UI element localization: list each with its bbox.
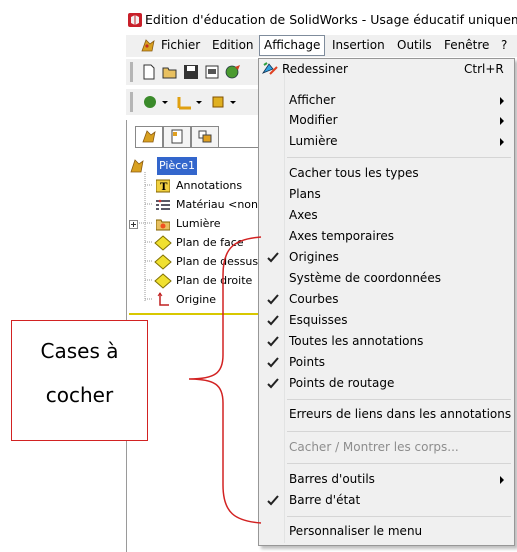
menu-separator [287,399,511,400]
submenu-arrow-icon [500,97,504,105]
lights-folder-icon [156,219,170,231]
menu-affichage[interactable]: Affichage [259,35,326,56]
menu-item-routing-points[interactable]: Points de routage [259,373,514,394]
menu-item-status-bar[interactable]: Barre d'état [259,490,514,511]
menu-item-annotation-link-errors[interactable]: Erreurs de liens dans les annotations [259,404,514,425]
title-bar: Edition d'éducation de SolidWorks - Usag… [126,9,517,33]
submenu-arrow-icon [500,117,504,125]
new-document-icon[interactable] [140,63,158,81]
tree-item-lights[interactable]: Lumière [127,215,257,233]
menu-item-modify[interactable]: Modifier [259,110,514,131]
curly-brace-annotation [188,236,262,524]
open-folder-icon[interactable] [161,63,179,81]
plane-icon [154,235,172,251]
redraw-icon [261,62,278,75]
standard-toolbar [126,59,259,85]
menu-separator [287,463,511,464]
submenu-arrow-icon [500,476,504,484]
origin-icon [157,292,169,306]
part-name: Pièce1 [157,157,198,175]
menu-item-curves[interactable]: Courbes [259,289,514,310]
menu-item-all-annotations[interactable]: Toutes les annotations [259,331,514,352]
tree-item-material[interactable]: Matériau <non [127,196,258,214]
menu-separator [287,157,511,158]
menu-item-points[interactable]: Points [259,352,514,373]
panel-tabs [135,126,260,148]
menu-separator [287,431,511,432]
plane-icon [154,273,172,289]
menu-item-redraw[interactable]: Redessiner Ctrl+R [259,59,514,80]
checkmark-icon [267,294,279,305]
menu-item-hide-all-types[interactable]: Cacher tous les types [259,163,514,184]
print-icon[interactable] [203,63,221,81]
menu-item-hide-show-bodies: Cacher / Montrer les corps... [289,440,459,454]
tab-configuration-manager[interactable] [191,126,219,148]
window-title: Edition d'éducation de SolidWorks - Usag… [145,12,517,27]
toolbar-grip[interactable] [130,92,133,112]
menu-help[interactable]: ? [497,35,511,55]
annotations-icon: T [156,179,170,193]
menu-item-toolbars[interactable]: Barres d'outils [259,469,514,490]
property-manager-icon [171,129,183,144]
material-icon [156,199,170,210]
file-menu-icon [141,39,155,52]
callout-line-2: cocher [45,383,114,407]
checkmark-icon [267,357,279,368]
checkmark-icon [267,378,279,389]
svg-text:T: T [160,182,168,193]
menu-item-display[interactable]: Afficher [259,90,514,111]
affichage-dropdown-menu: Redessiner Ctrl+R Afficher Modifier Lumi… [258,58,515,546]
menu-item-temp-axes[interactable]: Axes temporaires [259,226,514,247]
tree-root-part[interactable]: Pièce1 [127,157,257,175]
menu-separator [287,516,511,517]
menu-item-axes[interactable]: Axes [259,205,514,226]
part-icon [130,159,144,173]
submenu-arrow-icon [500,138,504,146]
menu-fenetre[interactable]: Fenêtre [440,35,493,55]
menu-bar: Fichier Edition Affichage Insertion Outi… [126,35,517,57]
callout-line-1: Cases à [40,339,119,363]
view-toolbar [126,89,259,115]
tab-feature-manager[interactable] [135,126,163,148]
menu-edition[interactable]: Edition [208,35,258,55]
feature-manager-icon [142,130,156,143]
checkmark-icon [267,252,279,263]
expand-icon[interactable] [129,220,138,229]
checkmark-icon [267,495,279,506]
menu-item-sketches[interactable]: Esquisses [259,310,514,331]
toolbar-grip[interactable] [130,62,133,82]
features-icon[interactable] [210,93,238,111]
tab-property-manager[interactable] [163,126,191,148]
menu-outils[interactable]: Outils [393,35,436,55]
sketch-icon[interactable] [176,93,204,111]
checkmark-icon [267,336,279,347]
plane-icon [154,254,172,270]
menu-item-origins[interactable]: Origines [259,247,514,268]
solidworks-logo-icon [128,13,142,27]
view-orientation-icon[interactable] [142,93,170,111]
menu-item-coordinate-systems[interactable]: Système de coordonnées [259,268,514,289]
menu-item-customize-menu[interactable]: Personnaliser le menu [259,521,514,542]
configuration-manager-icon [198,130,212,143]
rebuild-icon[interactable] [224,63,242,81]
checkbox-callout: Cases à cocher [11,320,148,441]
menu-item-planes[interactable]: Plans [259,184,514,205]
menu-item-lights[interactable]: Lumière [259,131,514,152]
save-icon[interactable] [182,63,200,81]
tree-item-annotations[interactable]: T Annotations [127,177,257,195]
menu-fichier[interactable]: Fichier [157,35,204,55]
menu-insertion[interactable]: Insertion [328,35,389,55]
checkmark-icon [267,315,279,326]
